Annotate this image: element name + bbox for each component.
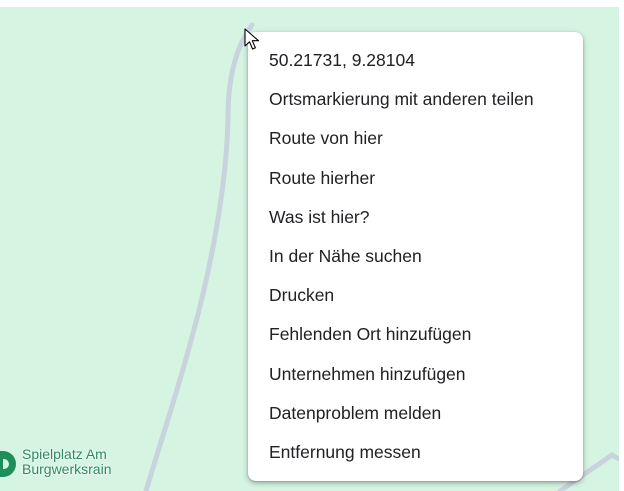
menu-item-report-data-problem[interactable]: Datenproblem melden [248, 394, 583, 433]
footpath [143, 22, 255, 491]
mouse-pointer-icon [244, 28, 260, 50]
menu-item-measure-distance[interactable]: Entfernung messen [248, 433, 583, 472]
menu-item-search-nearby[interactable]: In der Nähe suchen [248, 237, 583, 276]
poi-label: Spielplatz Am Burgwerksrain [22, 447, 111, 477]
context-menu: 50.21731, 9.28104 Ortsmarkierung mit and… [248, 32, 583, 481]
poi-label-line-2: Burgwerksrain [22, 461, 112, 477]
menu-item-add-missing-place[interactable]: Fehlenden Ort hinzufügen [248, 315, 583, 354]
menu-item-coordinates[interactable]: 50.21731, 9.28104 [248, 41, 583, 80]
poi-label-line-1: Spielplatz Am [22, 446, 107, 462]
menu-item-directions-to[interactable]: Route hierher [248, 159, 583, 198]
menu-item-print[interactable]: Drucken [248, 276, 583, 315]
menu-item-share-location[interactable]: Ortsmarkierung mit anderen teilen [248, 80, 583, 119]
poi-marker[interactable]: Spielplatz Am Burgwerksrain [0, 447, 111, 477]
menu-item-whats-here[interactable]: Was ist hier? [248, 198, 583, 237]
menu-item-directions-from[interactable]: Route von hier [248, 119, 583, 158]
map-page: Spielplatz Am Burgwerksrain 50.21731, 9.… [0, 0, 624, 491]
park-pin-icon [0, 451, 16, 477]
menu-item-add-business[interactable]: Unternehmen hinzufügen [248, 355, 583, 394]
